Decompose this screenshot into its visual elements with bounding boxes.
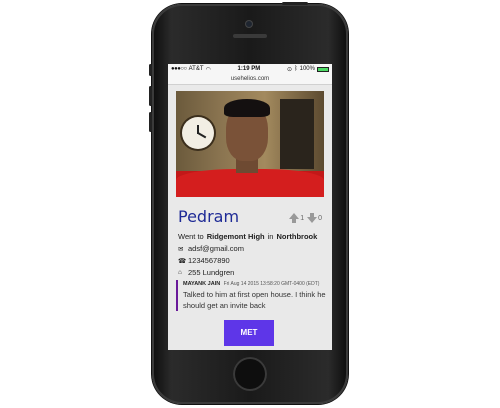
school-line: Went to Ridgemont High in Northbrook bbox=[178, 232, 318, 241]
wall-clock-image bbox=[182, 117, 214, 149]
battery-icon bbox=[316, 66, 329, 72]
address-value: 255 Lundgren bbox=[188, 268, 235, 277]
email-line: ✉ adsf@gmail.com bbox=[178, 244, 322, 253]
volume-up-button bbox=[149, 86, 152, 106]
profile-photo bbox=[176, 91, 324, 197]
iphone-frame: ●●●○○ AT&T ◠ 1:19 PM ⊙ ᛒ 100% usehelios.… bbox=[149, 2, 348, 404]
note-author: MAYANK JAIN bbox=[183, 281, 221, 287]
met-button[interactable]: MET bbox=[224, 320, 274, 346]
status-bar: ●●●○○ AT&T ◠ 1:19 PM ⊙ ᛒ 100% bbox=[168, 64, 332, 74]
address-line: ⌂ 255 Lundgren bbox=[178, 268, 322, 277]
note-card: MAYANK JAIN Fri Aug 14 2015 13:58:20 GMT… bbox=[176, 280, 332, 311]
upvote-button[interactable] bbox=[289, 213, 300, 223]
lock-rotation-icon: ⊙ bbox=[286, 66, 293, 73]
note-timestamp: Fri Aug 14 2015 13:58:20 GMT-0400 (EDT) bbox=[223, 281, 320, 287]
phone-icon: ☎ bbox=[178, 257, 187, 265]
envelope-icon: ✉ bbox=[178, 245, 184, 253]
earpiece-speaker bbox=[233, 34, 267, 38]
wifi-icon: ◠ bbox=[205, 66, 211, 73]
clock-time: 1:19 PM bbox=[237, 66, 261, 72]
battery-percent: 100% bbox=[299, 66, 315, 72]
volume-down-button bbox=[149, 112, 152, 132]
home-button[interactable] bbox=[233, 357, 267, 391]
carrier-label: AT&T bbox=[188, 66, 204, 72]
phone-screen: ●●●○○ AT&T ◠ 1:19 PM ⊙ ᛒ 100% usehelios.… bbox=[168, 64, 332, 350]
phone-value[interactable]: 1234567890 bbox=[188, 256, 230, 265]
downvote-button[interactable] bbox=[307, 213, 318, 223]
profile-name: Pedram bbox=[178, 207, 240, 226]
upvote-count: 1 bbox=[300, 214, 305, 222]
note-text: Talked to him at first open house. I thi… bbox=[183, 290, 326, 310]
downvote-arrow-icon bbox=[307, 217, 318, 223]
downvote-count: 0 bbox=[318, 214, 322, 222]
school-name: Ridgemont High bbox=[206, 232, 265, 241]
mute-switch bbox=[149, 64, 152, 76]
signal-icon: ●●●○○ bbox=[171, 66, 187, 72]
bluetooth-icon: ᛒ bbox=[294, 66, 298, 72]
front-camera bbox=[245, 20, 253, 28]
vote-controls: 1 0 bbox=[289, 213, 322, 223]
home-icon: ⌂ bbox=[178, 269, 182, 276]
profile-details: Went to Ridgemont High in Northbrook ✉ a… bbox=[168, 226, 332, 277]
city-name: Northbrook bbox=[276, 232, 318, 241]
address-bar[interactable]: usehelios.com bbox=[168, 74, 332, 85]
phone-line: ☎ 1234567890 bbox=[178, 256, 322, 265]
power-button bbox=[282, 2, 308, 5]
email-value[interactable]: adsf@gmail.com bbox=[188, 244, 244, 253]
